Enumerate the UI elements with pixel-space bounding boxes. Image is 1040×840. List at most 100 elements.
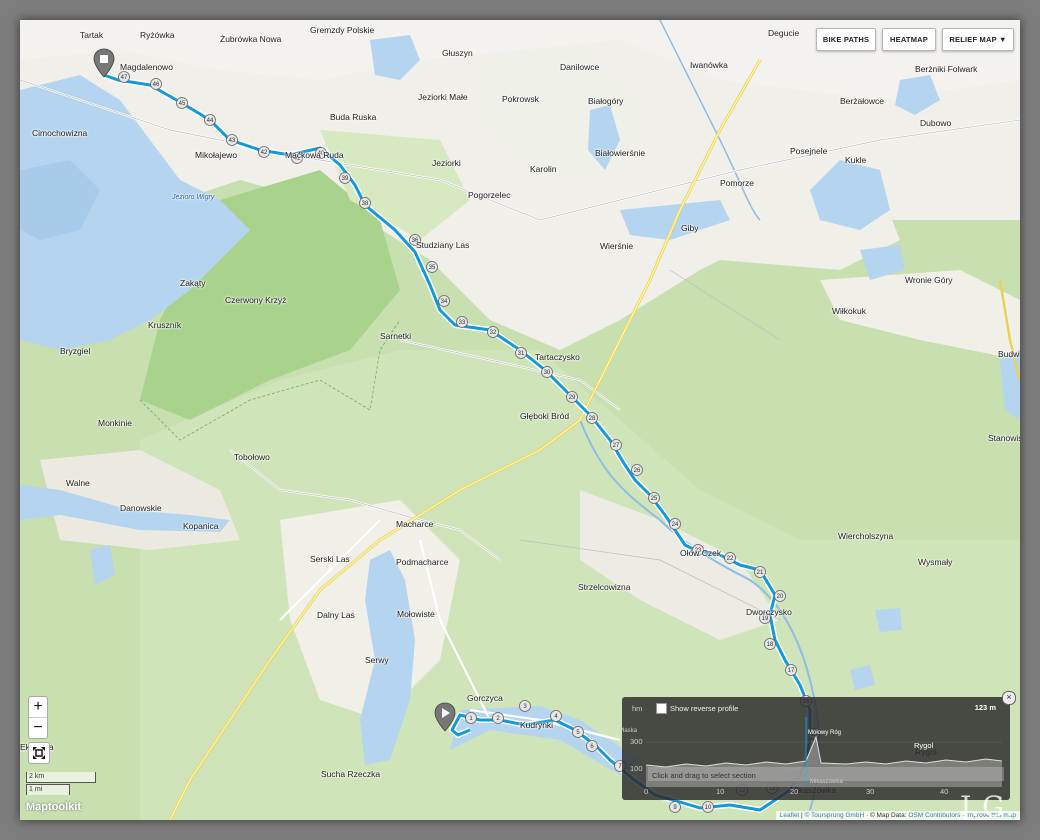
fullscreen-button[interactable] xyxy=(28,742,50,764)
svg-text:27: 27 xyxy=(613,443,620,449)
svg-text:29: 29 xyxy=(569,395,576,401)
toursprung-link[interactable]: © Toursprung GmbH xyxy=(805,812,865,819)
km-marker-10: 10 xyxy=(702,801,714,813)
place-label-wiercholszyna: Wiercholszyna xyxy=(838,531,894,541)
place-label-wi-kokuk: Wiłkokuk xyxy=(832,306,867,316)
svg-text:30: 30 xyxy=(544,370,551,376)
zoom-in-button[interactable]: + xyxy=(29,697,47,718)
map-canvas[interactable]: 1234567910121314151617181920212223242526… xyxy=(20,20,1020,820)
relief-map-dropdown[interactable]: RELIEF MAP ▼ xyxy=(942,28,1014,51)
place-label-wier-nie: Wierśnie xyxy=(600,241,634,251)
svg-text:32: 32 xyxy=(490,330,497,336)
place-label-wronie-g-ry: Wronie Góry xyxy=(905,275,953,285)
km-marker-33: 33 xyxy=(456,316,468,328)
place-label-macharce: Macharce xyxy=(396,519,434,529)
x-tick-20: 20 xyxy=(790,787,799,796)
zoom-out-button[interactable]: − xyxy=(29,718,47,738)
place-label-tartak: Tartak xyxy=(80,30,104,40)
km-marker-6: 6 xyxy=(586,740,598,752)
km-marker-28: 28 xyxy=(586,412,598,424)
km-marker-29: 29 xyxy=(566,391,578,403)
select-section-hint: Click and drag to select section xyxy=(652,771,756,780)
map-data-label: · © Map Data: xyxy=(865,812,909,819)
place-label-budwie-: Budwieć xyxy=(998,349,1020,359)
km-marker-2: 2 xyxy=(492,712,504,724)
km-marker-3: 3 xyxy=(519,700,531,712)
place-label-buda-ruska: Buda Ruska xyxy=(330,112,377,122)
place-label-czerwony-krzy-: Czerwony Krzyż xyxy=(225,295,287,305)
zoom-control: + − xyxy=(28,696,48,739)
place-label-strzelcowizna: Strzelcowizna xyxy=(578,582,631,592)
place-label-ma-kowa-ruda: Maćkowa Ruda xyxy=(285,150,344,160)
bike-paths-button[interactable]: BIKE PATHS xyxy=(816,28,876,51)
profile-place-3: Rygol xyxy=(914,741,934,750)
place-label-magdalenowo: Magdalenowo xyxy=(120,62,173,72)
km-marker-45: 45 xyxy=(176,97,188,109)
place-label-podmacharce: Podmacharce xyxy=(396,557,449,567)
place-label-serski-las: Serski Las xyxy=(310,554,350,564)
km-marker-18: 18 xyxy=(764,638,776,650)
maptoolkit-logo: Maptoolkit xyxy=(26,801,81,813)
svg-text:19: 19 xyxy=(762,616,769,622)
km-marker-39: 39 xyxy=(339,172,351,184)
place-label-mo-owiste: Mołowiste xyxy=(397,609,435,619)
heatmap-button[interactable]: HEATMAP xyxy=(882,28,936,51)
place-label-bryzgiel: Bryzgiel xyxy=(60,346,91,356)
km-marker-20: 20 xyxy=(774,590,786,602)
km-marker-30: 30 xyxy=(541,366,553,378)
place-label-jezioro-wigry: Jezioro Wigry xyxy=(172,194,215,201)
elevation-profile-panel[interactable]: × hm Show reverse profile 123 m 300 100 … xyxy=(619,691,1016,800)
km-marker-47: 47 xyxy=(118,71,130,83)
reverse-profile-label: Show reverse profile xyxy=(670,704,739,713)
place-label-tartaczysko: Tartaczysko xyxy=(535,352,580,362)
stop-marker-icon[interactable] xyxy=(93,48,115,78)
place-label-jeziorki-ma-e: Jeziorki Małe xyxy=(418,92,468,102)
place-label-monkinie: Monkinie xyxy=(98,418,133,428)
osm-link[interactable]: OSM Contributors xyxy=(908,812,960,819)
x-tick-30: 30 xyxy=(866,787,875,796)
svg-text:31: 31 xyxy=(518,351,525,357)
km-marker-24: 24 xyxy=(669,518,681,530)
km-marker-42: 42 xyxy=(258,146,270,158)
svg-text:43: 43 xyxy=(229,138,236,144)
y-tick-100: 100 xyxy=(630,764,643,773)
y-tick-300: 300 xyxy=(630,737,643,746)
place-label-gorczyca: Gorczyca xyxy=(467,693,503,703)
leaflet-link[interactable]: Leaflet xyxy=(780,812,800,819)
place-label-giby: Giby xyxy=(681,223,699,233)
svg-text:38: 38 xyxy=(362,201,369,207)
place-label-studziany-las: Studziany Las xyxy=(416,240,470,250)
place-label-posejnele: Posejnele xyxy=(790,146,828,156)
place-label-danowskie: Danowskie xyxy=(120,503,162,513)
svg-text:20: 20 xyxy=(777,594,784,600)
svg-text:42: 42 xyxy=(261,150,268,156)
start-marker-icon[interactable] xyxy=(434,702,456,732)
place-label-g-uszyn: Głuszyn xyxy=(442,48,473,58)
svg-text:39: 39 xyxy=(342,176,349,182)
km-marker-34: 34 xyxy=(438,295,450,307)
place-label-degucie: Degucie xyxy=(768,28,800,38)
scale-metric: 2 km xyxy=(26,772,96,783)
km-marker-46: 46 xyxy=(150,78,162,90)
place-label--ubr-wka-nowa: Żubrówka Nowa xyxy=(220,34,282,44)
place-label-kudrynki: Kudrynki xyxy=(520,720,554,730)
svg-text:28: 28 xyxy=(589,416,596,422)
place-label-tobo-owo: Tobołowo xyxy=(234,452,270,462)
place-label-stanowiska: Stanowiska xyxy=(988,433,1020,443)
close-profile-button[interactable]: × xyxy=(1002,691,1016,705)
place-label-gremzdy-polskie: Gremzdy Polskie xyxy=(310,25,375,35)
place-label-bia-og-ry: Białogóry xyxy=(588,96,624,106)
km-marker-9: 9 xyxy=(669,801,681,813)
place-label-sucha-rzeczka: Sucha Rzeczka xyxy=(321,769,381,779)
svg-text:18: 18 xyxy=(767,642,774,648)
km-marker-1: 1 xyxy=(465,712,477,724)
svg-text:33: 33 xyxy=(459,320,466,326)
svg-text:35: 35 xyxy=(429,265,436,271)
km-marker-5: 5 xyxy=(572,726,584,738)
km-marker-17: 17 xyxy=(785,664,797,676)
svg-text:24: 24 xyxy=(672,522,679,528)
place-label-wysma-y: Wysmały xyxy=(918,557,953,567)
profile-place-1: Płaska xyxy=(619,728,638,734)
svg-text:17: 17 xyxy=(788,668,795,674)
reverse-profile-checkbox[interactable] xyxy=(656,703,667,714)
